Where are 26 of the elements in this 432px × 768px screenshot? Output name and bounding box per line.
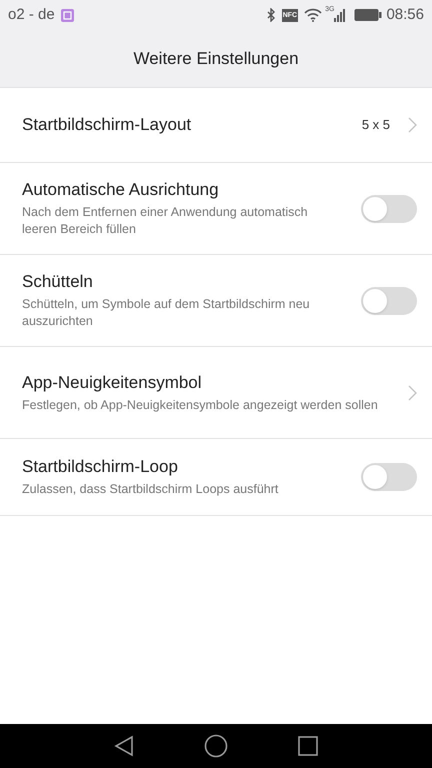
setting-title: Startbildschirm-Layout: [22, 114, 192, 136]
recents-icon[interactable]: [298, 736, 318, 756]
setting-title: Startbildschirm-Loop: [22, 456, 179, 478]
setting-value: 5 x 5: [362, 116, 390, 134]
toggle-switch[interactable]: [361, 194, 417, 222]
setting-description: Festlegen, ob App-Neuigkeitensymbole angezeigt werden sollen: [22, 396, 379, 414]
chevron-right-icon: [408, 117, 417, 133]
toggle-switch[interactable]: [361, 286, 417, 314]
notification-icon: [60, 8, 74, 22]
setting-title: Schütteln: [22, 271, 94, 293]
chevron-right-icon: [408, 384, 417, 400]
signal-icon: [334, 8, 346, 22]
toggle-switch[interactable]: [361, 463, 417, 491]
wifi-icon: [304, 8, 322, 22]
setting-title: App-Neuigkeitensymbol: [22, 372, 203, 394]
back-icon[interactable]: [114, 735, 134, 757]
bluetooth-icon: [266, 8, 276, 22]
setting-title: Automatische Ausrichtung: [22, 179, 220, 201]
carrier-name: o2 - de: [8, 4, 55, 25]
setting-description: Schütteln, um Symbole auf dem Startbildschirm neu auszurichten: [22, 296, 311, 330]
battery-icon: [354, 8, 382, 22]
page-title: Weitere Einstellungen: [133, 48, 299, 70]
setting-description: Zulassen, dass Startbildschirm Loops ausführt: [22, 481, 280, 498]
setting-description: Nach dem Entfernen einer Anwendung automatisch leeren Bereich füllen: [22, 204, 309, 238]
home-icon[interactable]: [204, 734, 228, 758]
clock-time: 08:56: [386, 4, 424, 25]
